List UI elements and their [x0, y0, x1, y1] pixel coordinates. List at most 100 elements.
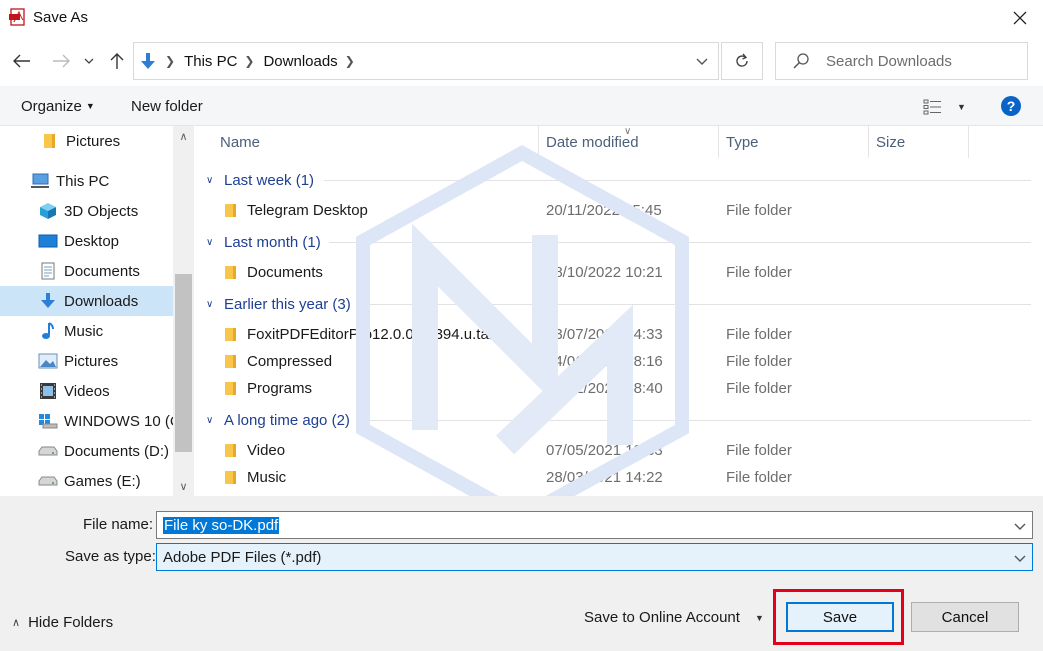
refresh-button[interactable] — [721, 42, 763, 80]
column-header-date[interactable]: Date modified — [546, 126, 639, 158]
file-row[interactable]: Programs 20/02/2022 18:40 File folder — [214, 375, 1029, 402]
nav-item-music[interactable]: Music — [0, 316, 173, 346]
group-divider — [324, 180, 1031, 181]
column-divider[interactable] — [868, 126, 869, 158]
pictures-icon — [38, 351, 58, 371]
caret-down-icon: ▼ — [85, 101, 95, 111]
group-header[interactable]: ∨ Last week (1) — [206, 168, 314, 192]
file-name-input[interactable]: File ky so-DK.pdf — [163, 516, 280, 534]
chevron-down-icon — [84, 58, 94, 64]
file-name: Documents — [247, 264, 323, 281]
file-date: 14/06/2022 08:16 — [546, 353, 663, 370]
chevron-down-icon — [1014, 523, 1026, 530]
nav-item-label: Downloads — [64, 292, 139, 310]
cancel-button[interactable]: Cancel — [911, 602, 1019, 632]
organize-button[interactable]: Organize ▼ — [21, 98, 95, 115]
file-row[interactable]: Telegram Desktop 20/11/2022 15:45 File f… — [214, 197, 1029, 224]
nav-scrollbar[interactable]: ∧ ∨ — [173, 126, 194, 496]
chevron-down-icon — [1014, 555, 1026, 562]
save-type-value: Adobe PDF Files (*.pdf) — [163, 548, 322, 566]
group-divider — [356, 304, 1031, 305]
back-button[interactable] — [9, 48, 35, 74]
address-bar[interactable]: ❯ This PC ❯ Downloads ❯ — [133, 42, 719, 80]
column-header-name[interactable]: Name — [220, 126, 260, 158]
scroll-up-button[interactable]: ∧ — [173, 126, 194, 146]
file-name-combobox[interactable]: File ky so-DK.pdf — [156, 511, 1033, 539]
hide-folders-button[interactable]: ∧ Hide Folders — [12, 614, 113, 631]
close-icon — [1013, 11, 1027, 25]
file-row[interactable]: Music 28/03/2021 14:22 File folder — [214, 464, 1029, 491]
group-header[interactable]: ∨ Last month (1) — [206, 230, 321, 254]
save-type-dropdown[interactable] — [1014, 550, 1026, 567]
chevron-right-icon: ❯ — [344, 54, 355, 68]
nav-item-drive-c[interactable]: WINDOWS 10 (C — [0, 406, 173, 436]
nav-item-documents[interactable]: Documents — [0, 256, 173, 286]
chevron-up-icon: ∧ — [179, 130, 188, 143]
nav-item-pictures[interactable]: Pictures — [0, 346, 173, 376]
search-box[interactable] — [775, 42, 1028, 80]
file-name-dropdown[interactable] — [1014, 518, 1026, 535]
documents-icon — [38, 261, 58, 281]
file-date: 07/05/2021 13:33 — [546, 442, 663, 459]
windows-drive-icon — [38, 411, 58, 431]
help-button[interactable]: ? — [1001, 96, 1021, 116]
file-row[interactable]: Compressed 14/06/2022 08:16 File folder — [214, 348, 1029, 375]
caret-down-icon[interactable]: ▼ — [755, 613, 764, 623]
column-header-type[interactable]: Type — [726, 126, 759, 158]
nav-item-label: This PC — [56, 172, 110, 190]
folder-icon — [225, 266, 236, 279]
column-divider[interactable] — [968, 126, 969, 158]
breadcrumb-downloads[interactable]: Downloads — [263, 53, 337, 70]
save-type-label: Save as type: — [65, 548, 156, 565]
new-folder-button[interactable]: New folder — [131, 98, 203, 115]
recent-locations-button[interactable] — [79, 48, 99, 74]
nav-item-downloads[interactable]: Downloads — [0, 286, 173, 316]
save-online-account-button[interactable]: Save to Online Account — [584, 609, 740, 626]
file-name: Video — [247, 442, 286, 459]
music-note-icon — [38, 321, 58, 341]
desktop-icon — [38, 231, 58, 251]
file-type: File folder — [726, 353, 792, 370]
nav-item-label: Videos — [64, 382, 110, 400]
scroll-down-button[interactable]: ∨ — [173, 476, 194, 496]
folder-icon — [225, 204, 236, 217]
film-icon — [38, 381, 58, 401]
column-divider[interactable] — [538, 126, 539, 158]
nav-item-this-pc[interactable]: This PC — [0, 166, 173, 196]
file-row[interactable]: Documents 08/10/2022 10:21 File folder — [214, 259, 1029, 286]
folder-icon — [40, 131, 60, 151]
breadcrumb-this-pc[interactable]: This PC — [184, 53, 237, 70]
file-type: File folder — [726, 469, 792, 486]
column-divider[interactable] — [718, 126, 719, 158]
forward-button[interactable] — [48, 48, 74, 74]
nav-item-videos[interactable]: Videos — [0, 376, 173, 406]
file-date: 20/11/2022 15:45 — [546, 202, 662, 219]
search-input[interactable] — [826, 52, 1016, 70]
nav-item-3d-objects[interactable]: 3D Objects — [0, 196, 173, 226]
nav-item-desktop[interactable]: Desktop — [0, 226, 173, 256]
group-header[interactable]: ∨ A long time ago (2) — [206, 408, 350, 432]
nav-item-drive-e[interactable]: Games (E:) — [0, 466, 173, 496]
chevron-right-icon: ❯ — [165, 54, 176, 68]
search-icon — [793, 53, 809, 69]
nav-item-drive-d[interactable]: Documents (D:) — [0, 436, 173, 466]
file-row[interactable]: FoxitPDFEditorPro12.0.0.12394.u.taiwebs.… — [214, 321, 1029, 348]
address-history-dropdown[interactable] — [696, 53, 708, 70]
refresh-icon — [736, 53, 748, 67]
chevron-down-icon: ∨ — [206, 414, 214, 426]
nav-item-pictures-quick[interactable]: Pictures — [0, 126, 173, 156]
group-header[interactable]: ∨ Earlier this year (3) — [206, 292, 351, 316]
scroll-thumb[interactable] — [175, 274, 192, 452]
column-header-size[interactable]: Size — [876, 126, 905, 158]
group-label: Last month (1) — [224, 233, 321, 251]
pdf-document-icon — [9, 8, 25, 26]
file-row[interactable]: Video 07/05/2021 13:33 File folder — [214, 437, 1029, 464]
chevron-down-icon: ∨ — [179, 480, 188, 493]
save-button[interactable]: Save — [786, 602, 894, 632]
save-type-select[interactable]: Adobe PDF Files (*.pdf) — [156, 543, 1033, 571]
up-button[interactable] — [104, 48, 130, 74]
drive-icon — [38, 471, 58, 491]
cube-icon — [38, 201, 58, 221]
close-button[interactable] — [997, 0, 1043, 36]
change-view-button[interactable]: ▼ — [923, 97, 967, 117]
